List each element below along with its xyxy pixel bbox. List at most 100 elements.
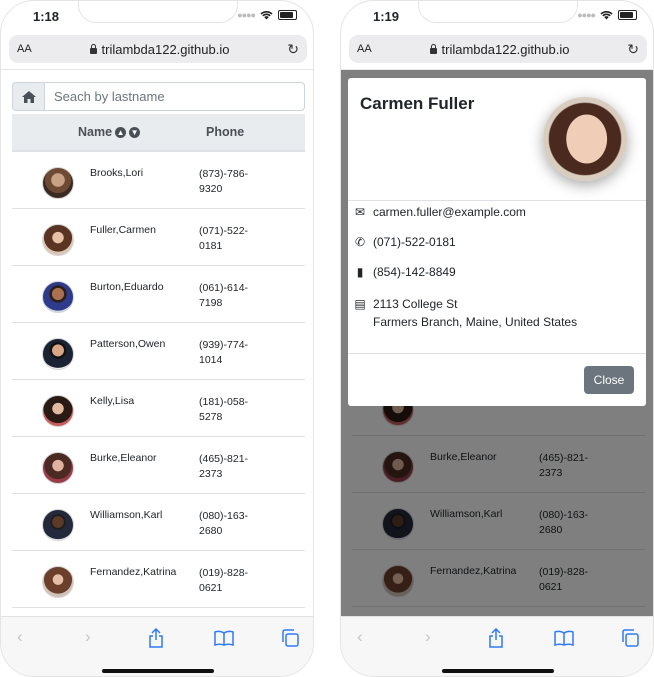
cell-line: ▮ (854)-142-8849: [354, 265, 456, 279]
contact-name: Fuller,Carmen: [90, 224, 156, 236]
status-icons: ●●●●: [237, 10, 297, 20]
browser-toolbar: ‹ ›: [341, 616, 653, 676]
phone-left: 1:18 ●●●● AA trilambda122.github.io ↻ Na…: [0, 0, 314, 677]
table-row[interactable]: Burke,Eleanor (465)-821-2373: [12, 437, 305, 494]
phone-text[interactable]: (071)-522-0181: [373, 235, 456, 249]
sort-down-icon[interactable]: ▼: [129, 126, 141, 138]
modal-divider: [348, 200, 646, 201]
battery-icon: [618, 10, 637, 20]
url-display[interactable]: trilambda122.github.io: [32, 42, 288, 57]
address-line: ▤ 2113 College St Farmers Branch, Maine,…: [354, 295, 577, 331]
reload-icon[interactable]: ↻: [287, 41, 299, 58]
search-row: [12, 82, 305, 111]
name-header-label: Name: [78, 125, 113, 139]
avatar: [42, 566, 74, 598]
contacts-table: Brooks,Lori (873)-786-9320 Fuller,Carmen…: [12, 152, 305, 608]
url-display[interactable]: trilambda122.github.io: [372, 42, 628, 57]
contact-modal: Carmen Fuller ✉ carmen.fuller@example.co…: [348, 78, 646, 406]
contact-phone: (939)-774-1014: [199, 339, 249, 366]
contact-name: Brooks,Lori: [90, 167, 144, 179]
address-line-1: 2113 College St: [373, 297, 458, 311]
url-bar[interactable]: AA trilambda122.github.io ↻: [349, 35, 647, 63]
table-row[interactable]: Kelly,Lisa (181)-058-5278: [12, 380, 305, 437]
notch: [78, 1, 238, 23]
contact-phone: (019)-828-0621: [199, 567, 249, 594]
url-bar[interactable]: AA trilambda122.github.io ↻: [9, 35, 307, 63]
contact-name: Patterson,Owen: [90, 338, 166, 350]
tabs-icon[interactable]: [281, 629, 299, 647]
phone-line: ✆ (071)-522-0181: [354, 235, 456, 249]
home-icon: [21, 90, 36, 103]
avatar: [42, 509, 74, 541]
modal-title: Carmen Fuller: [360, 94, 475, 113]
home-indicator: [102, 669, 214, 673]
url-text: trilambda122.github.io: [101, 41, 230, 57]
email-line: ✉ carmen.fuller@example.com: [354, 205, 526, 219]
email-text[interactable]: carmen.fuller@example.com: [373, 205, 526, 219]
contact-name: Williamson,Karl: [90, 509, 163, 521]
address-line-2: Farmers Branch, Maine, United States: [373, 315, 578, 329]
home-indicator: [442, 669, 554, 673]
url-text: trilambda122.github.io: [441, 41, 570, 57]
notch: [418, 1, 578, 23]
contact-phone: (071)-522-0181: [199, 225, 249, 252]
lock-icon: [89, 43, 97, 54]
table-row[interactable]: Patterson,Owen (939)-774-1014: [12, 323, 305, 380]
contact-name: Burke,Eleanor: [90, 452, 157, 464]
modal-footer-divider: [348, 353, 646, 354]
table-row[interactable]: Fernandez,Katrina (019)-828-0621: [12, 551, 305, 608]
text-size-button[interactable]: AA: [357, 43, 372, 55]
reload-icon[interactable]: ↻: [627, 41, 639, 58]
close-button[interactable]: Close: [584, 366, 634, 394]
envelope-icon: ✉: [354, 205, 366, 219]
status-time: 1:19: [373, 9, 400, 24]
wifi-icon: [260, 11, 273, 20]
lock-icon: [429, 43, 437, 54]
share-icon[interactable]: [488, 628, 504, 648]
back-arrow-icon[interactable]: ‹: [17, 627, 23, 647]
forward-arrow-icon[interactable]: ›: [85, 627, 91, 647]
contact-name: Fernandez,Katrina: [90, 566, 177, 578]
signal-icon: ●●●●: [577, 10, 596, 20]
phone-icon: ✆: [354, 235, 366, 249]
table-row[interactable]: Brooks,Lori (873)-786-9320: [12, 152, 305, 209]
bookmarks-icon[interactable]: [214, 630, 234, 646]
table-row[interactable]: Williamson,Karl (080)-163-2680: [12, 494, 305, 551]
divider: [1, 69, 313, 70]
contact-name: Burton,Eduardo: [90, 281, 164, 293]
text-size-button[interactable]: AA: [17, 43, 32, 55]
back-arrow-icon[interactable]: ‹: [357, 627, 363, 647]
address-block: 2113 College St Farmers Branch, Maine, U…: [373, 295, 577, 331]
contact-phone: (873)-786-9320: [199, 168, 249, 195]
cell-text[interactable]: (854)-142-8849: [373, 265, 456, 279]
battery-icon: [278, 10, 297, 20]
id-card-icon: ▤: [354, 297, 366, 311]
avatar: [42, 395, 74, 427]
avatar: [42, 167, 74, 199]
status-icons: ●●●●: [577, 10, 637, 20]
search-input[interactable]: [45, 82, 305, 111]
tabs-icon[interactable]: [621, 629, 639, 647]
share-icon[interactable]: [148, 628, 164, 648]
sort-up-icon[interactable]: ▲: [115, 126, 127, 138]
avatar: [42, 338, 74, 370]
contact-name: Kelly,Lisa: [90, 395, 135, 407]
signal-icon: ●●●●: [237, 10, 256, 20]
contact-phone: (181)-058-5278: [199, 396, 249, 423]
phone-right: 1:19 ●●●● AA trilambda122.github.io ↻ Bu…: [340, 0, 654, 677]
avatar: [42, 281, 74, 313]
contact-phone: (465)-821-2373: [199, 453, 249, 480]
phone-column-header: Phone: [206, 125, 245, 139]
browser-toolbar: ‹ ›: [1, 616, 313, 676]
table-header: Name ▲ ▼ Phone: [12, 114, 305, 152]
name-column-header[interactable]: Name ▲ ▼: [78, 125, 141, 139]
table-row[interactable]: Fuller,Carmen (071)-522-0181: [12, 209, 305, 266]
home-button[interactable]: [12, 82, 45, 111]
status-time: 1:18: [33, 9, 60, 24]
bookmarks-icon[interactable]: [554, 630, 574, 646]
wifi-icon: [600, 11, 613, 20]
mobile-icon: ▮: [356, 265, 364, 279]
contact-photo: [543, 97, 627, 181]
table-row[interactable]: Burton,Eduardo (061)-614-7198: [12, 266, 305, 323]
forward-arrow-icon[interactable]: ›: [425, 627, 431, 647]
